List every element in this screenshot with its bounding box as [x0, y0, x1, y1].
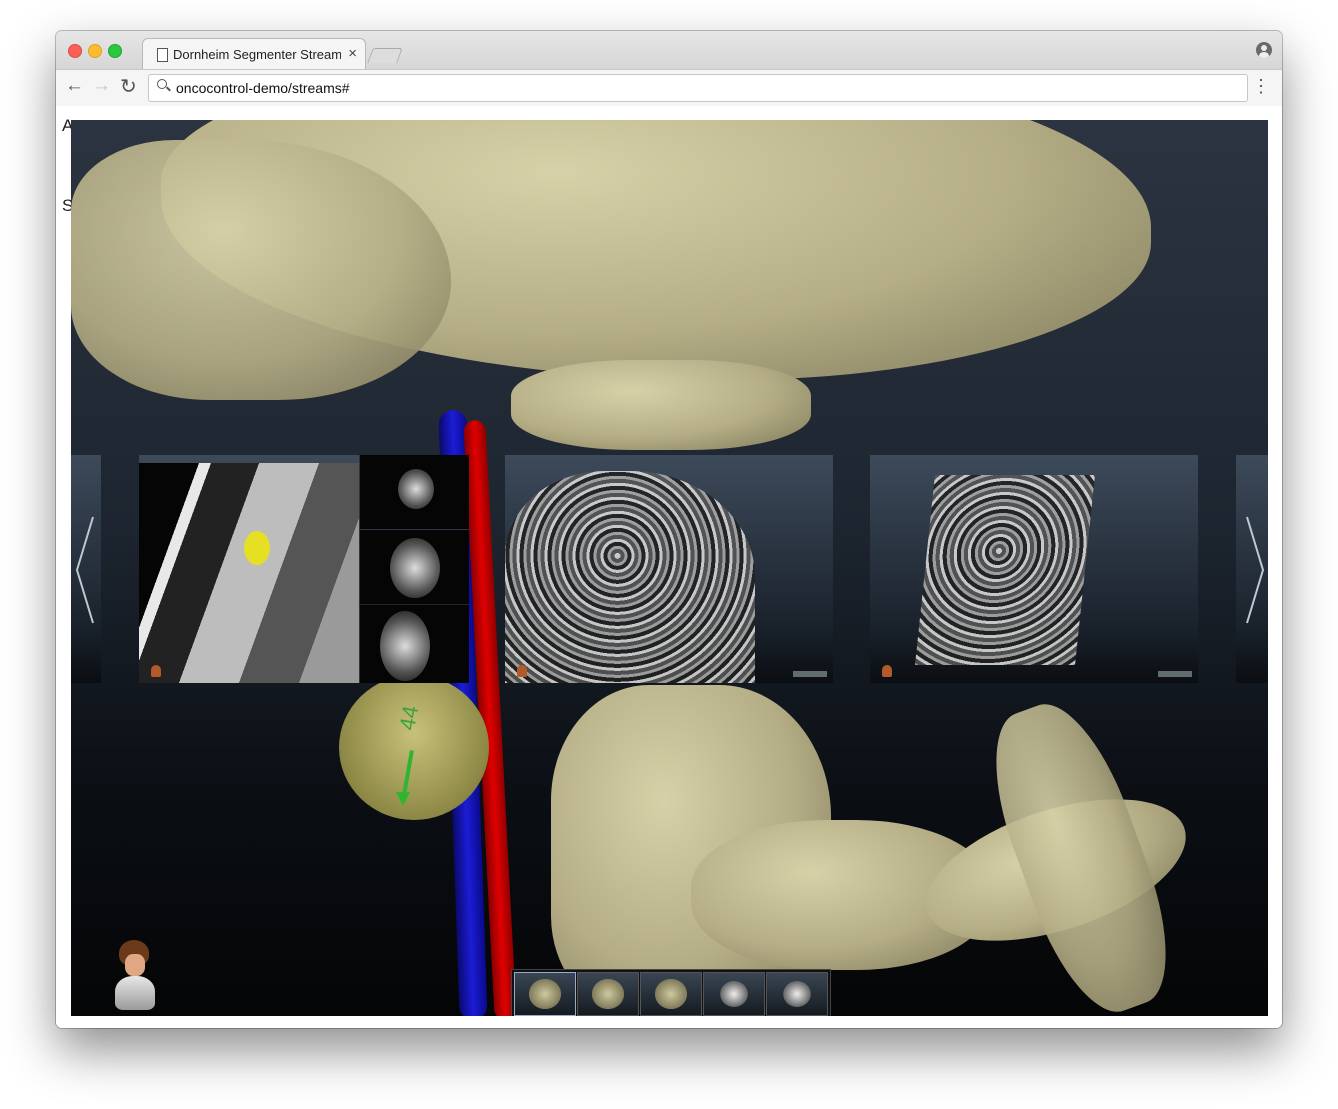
measurement-label: 44: [394, 703, 424, 733]
ct-coronal-anatomy: [390, 538, 440, 598]
avatar-torso: [115, 976, 155, 1010]
tab-title: Dornheim Segmenter Streaming: [173, 47, 341, 62]
carousel-card-volume-cut[interactable]: [870, 455, 1198, 683]
segmenter-logo: [1158, 671, 1192, 677]
search-icon: [157, 79, 167, 89]
thumbnail-preview: [592, 979, 624, 1009]
ct-sagittal-anatomy: [380, 611, 430, 681]
user-avatar-icon: [517, 665, 527, 677]
measurement-arrow-head: [396, 792, 410, 806]
forward-arrow-icon[interactable]: →: [92, 75, 111, 97]
thumbnail-ct-volume[interactable]: [766, 972, 828, 1016]
browser-toolbar: ← → ↻ oncocontrol-demo/streams# ⋮: [56, 69, 1282, 107]
tab-close-icon[interactable]: ×: [348, 45, 357, 62]
minimize-window-button[interactable]: [88, 44, 102, 58]
ct-coronal-small: [359, 530, 469, 604]
thumbnail-preview: [718, 979, 750, 1009]
volume-cut-image: [915, 475, 1095, 665]
browser-window: Dornheim Segmenter Streaming × ← → ↻ onc…: [56, 31, 1282, 1028]
view-carousel: [71, 455, 1268, 683]
page-content: A S 44: [56, 106, 1282, 1028]
view-thumbnail-strip: [511, 969, 831, 1016]
user-avatar-icon: [151, 665, 161, 677]
ct-coronal-slice: [139, 463, 359, 683]
avatar-face: [125, 954, 145, 976]
user-avatar-icon: [882, 665, 892, 677]
carousel-card-ct-multiplanar[interactable]: [139, 455, 469, 683]
volume-rendering-image: [505, 471, 755, 683]
segmenter-logo: [793, 671, 827, 677]
profile-head: [1261, 45, 1267, 51]
ct-axial-slice: [359, 455, 469, 529]
zoom-window-button[interactable]: [108, 44, 122, 58]
browser-menu-icon[interactable]: ⋮: [1252, 76, 1270, 97]
thumbnail-bone-3d[interactable]: [514, 972, 576, 1016]
new-tab-button[interactable]: [367, 48, 403, 63]
tumor-segmentation: [339, 675, 489, 820]
ct-sagittal-slice: [359, 605, 469, 683]
thumbnail-preview: [529, 979, 561, 1009]
back-arrow-icon[interactable]: ←: [65, 75, 84, 97]
tumor-marker: [244, 531, 270, 565]
thumbnail-preview: [781, 979, 813, 1009]
close-window-button[interactable]: [68, 44, 82, 58]
orientation-avatar[interactable]: [111, 940, 161, 1015]
thumbnail-preview: [655, 979, 687, 1009]
reload-icon[interactable]: ↻: [120, 74, 137, 99]
profile-body: [1259, 52, 1269, 58]
3d-segmentation-viewer[interactable]: 44: [71, 120, 1268, 1016]
thumbnail-bone-side[interactable]: [577, 972, 639, 1016]
carousel-card-volume-neck[interactable]: [505, 455, 833, 683]
chevron-right-icon[interactable]: [1241, 515, 1267, 625]
tab-bar: Dornheim Segmenter Streaming ×: [56, 31, 1282, 70]
chevron-left-icon[interactable]: [73, 515, 99, 625]
vertebra-upper: [511, 360, 811, 450]
thumbnail-ct-slices[interactable]: [703, 972, 765, 1016]
browser-tab[interactable]: Dornheim Segmenter Streaming ×: [142, 38, 366, 70]
address-bar[interactable]: oncocontrol-demo/streams#: [148, 74, 1248, 102]
url-text[interactable]: oncocontrol-demo/streams#: [176, 80, 350, 96]
thumbnail-bone-vessels[interactable]: [640, 972, 702, 1016]
ct-axial-anatomy: [398, 469, 434, 509]
document-icon: [157, 48, 168, 62]
profile-icon[interactable]: [1256, 42, 1272, 58]
